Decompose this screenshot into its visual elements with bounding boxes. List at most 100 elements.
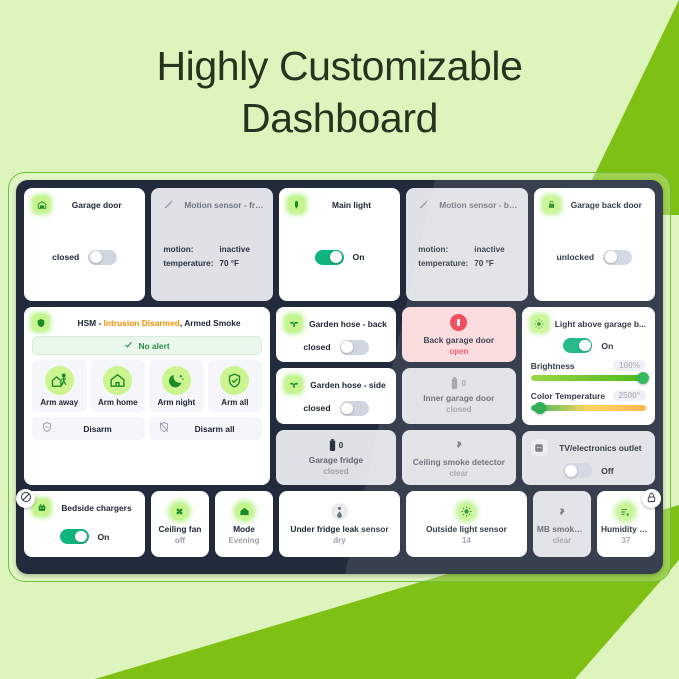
tile-bedside-chargers[interactable]: Bedside chargers On: [24, 491, 145, 557]
reading-row: motion: inactive: [163, 243, 260, 257]
reading-row: temperature: 70 °F: [163, 257, 260, 271]
color-temperature-slider-knob[interactable]: [533, 402, 546, 414]
color-temperature-value: 2500°: [612, 390, 646, 401]
arm-all-button[interactable]: Arm all: [207, 360, 263, 412]
tile-under-fridge-leak-sensor[interactable]: Under fridge leak sensor dry: [279, 491, 400, 557]
sensor-readings: motion: inactive temperature: 70 °F: [406, 243, 527, 272]
arm-night-label: Arm night: [157, 398, 196, 407]
motion-sensor-icon: [160, 196, 177, 213]
arm-home-button[interactable]: Arm home: [90, 360, 146, 412]
tile-value: clear: [552, 536, 572, 545]
tile-body: 0 Garage fridge closed: [276, 430, 396, 485]
tile-body: closed: [276, 393, 396, 423]
reading-row: temperature: 70 °F: [418, 257, 515, 271]
fan-icon: [171, 503, 189, 520]
garage-back-door-toggle[interactable]: [603, 249, 633, 265]
garden-hose-side-toggle[interactable]: [339, 400, 369, 416]
light-above-garage-toggle[interactable]: [563, 338, 593, 353]
house-icon: [235, 503, 253, 520]
arm-home-label: Arm home: [98, 398, 138, 407]
state-row: closed: [303, 400, 369, 416]
brightness-slider[interactable]: [530, 372, 649, 384]
tile-back-garage-door[interactable]: Back garage door open: [401, 307, 516, 363]
tile-ceiling-fan[interactable]: Ceiling fan off: [150, 491, 209, 557]
reading-key: temperature:: [418, 259, 469, 268]
tile-title: Motion sensor - back: [439, 199, 519, 210]
dashboard-frame: Garage door closed Motion sensor - front…: [8, 172, 671, 582]
disarm-all-button[interactable]: Disarm all: [149, 417, 263, 440]
hsm-title-warning: Intrusion Disarmed: [103, 317, 180, 328]
reading-key: temperature:: [163, 259, 214, 268]
brightness-slider-knob[interactable]: [636, 372, 649, 384]
panel-hsm[interactable]: HSM - Intrusion Disarmed, Armed Smoke No…: [24, 307, 271, 485]
lock-open-icon: [542, 196, 560, 213]
tile-inner-garage-door[interactable]: 0 Inner garage door closed: [401, 368, 516, 424]
state-label: closed: [303, 403, 331, 414]
tv-outlet-toggle[interactable]: [563, 463, 593, 479]
tile-title: Bedside chargers: [61, 502, 132, 513]
tile-title: Garage back door: [570, 199, 642, 210]
state-row: On: [314, 249, 365, 265]
hsm-header: HSM - Intrusion Disarmed, Armed Smoke: [32, 314, 262, 331]
brightness-label: Brightness: [530, 360, 575, 371]
tile-body: Mode Evening: [215, 491, 273, 557]
arm-away-button[interactable]: Arm away: [32, 360, 87, 412]
brightness-value: 100%: [613, 360, 646, 371]
garden-hose-back-toggle[interactable]: [339, 339, 369, 355]
tile-mb-smoke-detector[interactable]: MB smoke d... clear: [532, 491, 591, 557]
light-toggle-row: On: [522, 332, 655, 360]
shield-minus-icon: [41, 420, 53, 438]
tile-title: Light above garage b...: [554, 318, 646, 329]
tile-garden-hose-side[interactable]: Garden hose - side closed: [276, 368, 396, 424]
tile-garage-door[interactable]: Garage door closed: [24, 188, 146, 301]
tile-motion-sensor-back[interactable]: Motion sensor - back motion: inactive te…: [406, 188, 528, 301]
tile-outside-light-sensor[interactable]: Outside light sensor 14: [405, 491, 527, 557]
tile-title: Outside light sensor: [425, 524, 507, 534]
tile-body: motion: inactive temperature: 70 °F: [406, 213, 527, 301]
dashboard-screen: Garage door closed Motion sensor - front…: [24, 188, 656, 564]
tile-title: Garage door: [71, 199, 122, 210]
shield-home-icon: [32, 314, 49, 331]
tile-motion-sensor-front[interactable]: Motion sensor - front motion: inactive t…: [151, 188, 273, 301]
tile-garage-fridge[interactable]: 0 Garage fridge closed: [276, 429, 396, 485]
state-row: unlocked: [556, 249, 633, 265]
arm-night-button[interactable]: Arm night: [149, 360, 204, 412]
bedside-chargers-toggle[interactable]: [59, 529, 89, 544]
status-badge-no-alert: No alert: [32, 336, 263, 355]
tile-title: Motion sensor - front: [184, 199, 264, 210]
tile-value: closed: [446, 405, 472, 415]
color-temperature-slider[interactable]: [530, 402, 646, 414]
state-label: unlocked: [556, 252, 595, 262]
state-label: On: [352, 252, 365, 262]
tile-title: Humidity se...: [600, 524, 651, 534]
hsm-title-suffix: , Armed Smoke: [179, 317, 241, 328]
tile-main-light[interactable]: Main light On: [278, 188, 401, 301]
tile-mode[interactable]: Mode Evening: [214, 491, 274, 557]
hsm-title: HSM - Intrusion Disarmed, Armed Smoke: [56, 318, 262, 328]
tile-garage-back-door[interactable]: Garage back door unlocked: [533, 188, 656, 301]
disarm-button[interactable]: Disarm: [32, 417, 146, 440]
state-label: On: [601, 340, 614, 351]
garage-door-toggle[interactable]: [88, 249, 118, 265]
tile-ceiling-smoke-detector[interactable]: Ceiling smoke detector clear: [401, 429, 516, 485]
tile-title: MB smoke d...: [536, 524, 587, 534]
tile-tv-electronics-outlet[interactable]: TV/electronics outlet Off: [521, 431, 655, 485]
main-light-toggle[interactable]: [314, 249, 344, 265]
reading-value: inactive: [474, 244, 505, 254]
control-header: Color Temperature 2500°: [531, 390, 646, 401]
page-title-line1: Highly Customizable: [156, 43, 523, 89]
arm-all-label: Arm all: [221, 398, 249, 407]
person-leaving-house-icon: [44, 366, 74, 395]
no-alert-label: No alert: [138, 340, 170, 351]
arm-buttons: Arm away Arm home Arm night Arm all: [32, 360, 263, 412]
sensor-readings: motion: inactive temperature: 70 °F: [151, 243, 272, 272]
no-entry-handle[interactable]: [16, 489, 35, 508]
valve-icon: [285, 315, 303, 332]
tile-header: Main light: [279, 188, 400, 213]
tile-garden-hose-back[interactable]: Garden hose - back closed: [276, 307, 396, 363]
reading-key: motion:: [418, 244, 449, 254]
lock-handle[interactable]: [642, 489, 661, 508]
tile-light-above-garage[interactable]: Light above garage b... On Brightness 10…: [521, 307, 655, 426]
tile-title: Main light: [331, 199, 372, 210]
disarm-label: Disarm: [83, 423, 112, 434]
